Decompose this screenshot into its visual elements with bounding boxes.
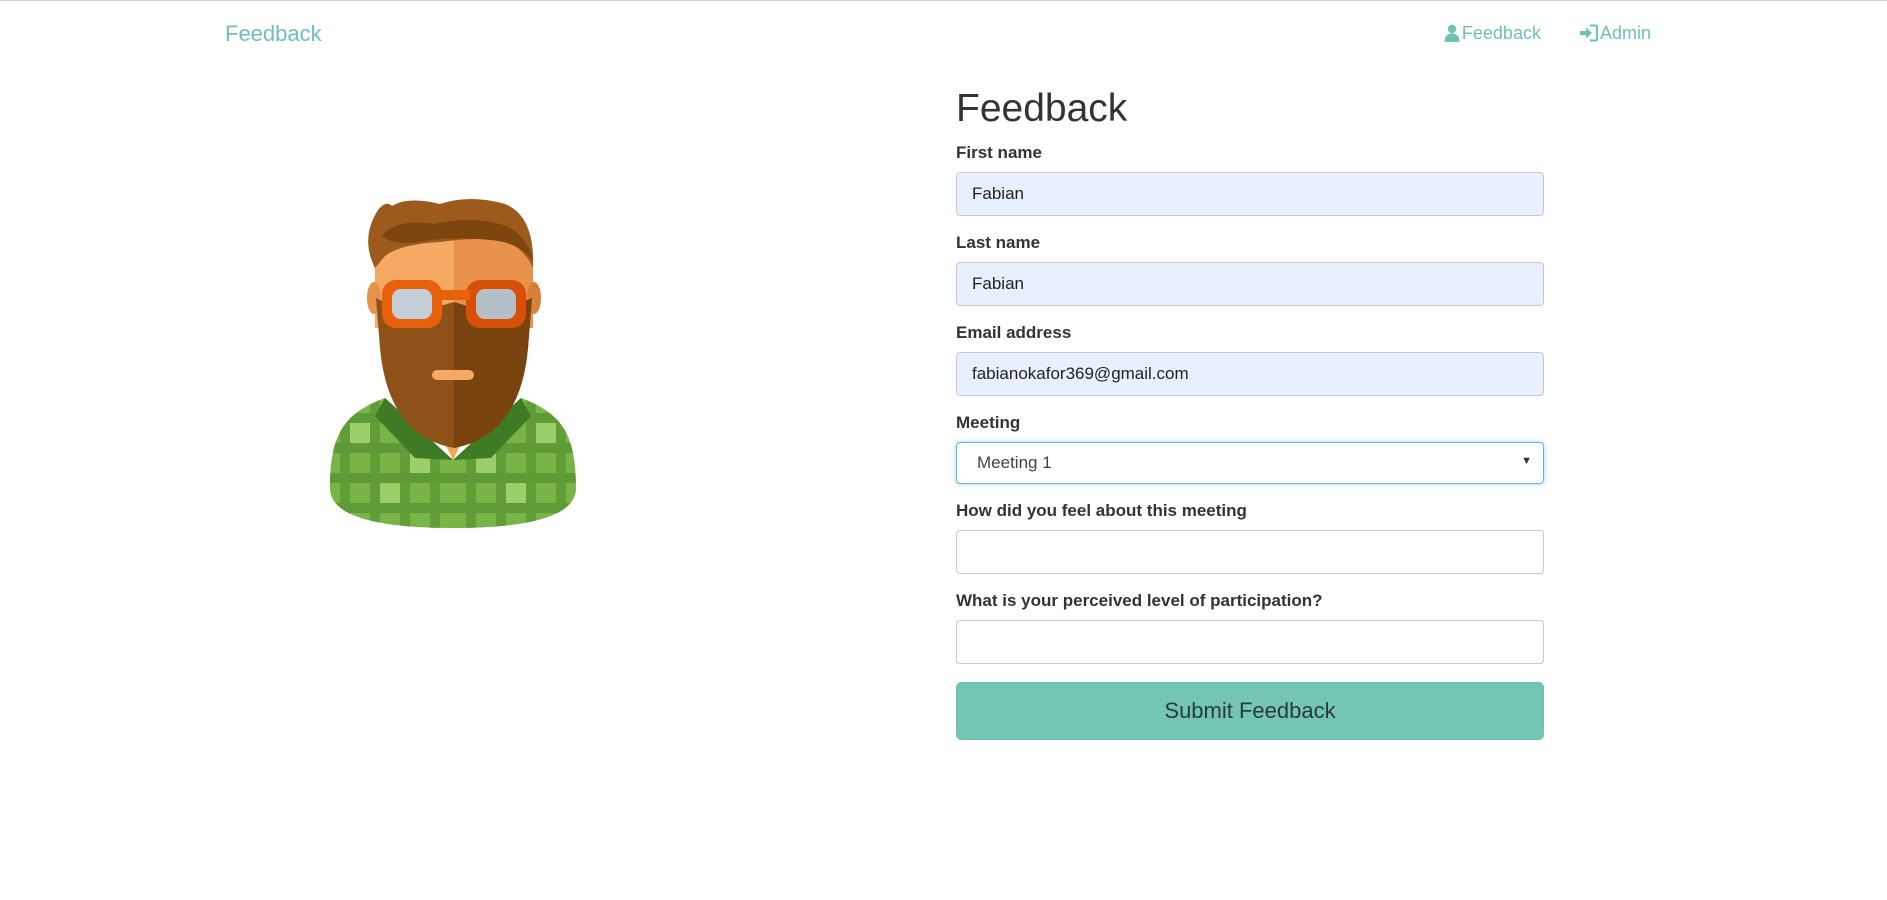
email-label: Email address xyxy=(956,323,1072,342)
nav-links: Feedback Admin xyxy=(1444,22,1651,44)
feeling-input[interactable] xyxy=(956,530,1544,574)
last-name-label: Last name xyxy=(956,233,1041,252)
last-name-input[interactable] xyxy=(956,262,1544,306)
feeling-label: How did you feel about this meeting xyxy=(956,501,1247,520)
email-input[interactable] xyxy=(956,352,1544,396)
sign-in-icon xyxy=(1579,24,1598,42)
bearded-man-avatar-icon xyxy=(330,199,576,528)
user-icon xyxy=(1444,24,1460,42)
first-name-label: First name xyxy=(956,143,1042,162)
submit-feedback-button[interactable]: Submit Feedback xyxy=(956,682,1544,740)
participation-input[interactable] xyxy=(956,620,1544,664)
first-name-input[interactable] xyxy=(956,172,1544,216)
meeting-group: Meeting Meeting 1 ▼ xyxy=(956,413,1544,484)
feedback-form: Feedback First name Last name Email addr… xyxy=(956,86,1544,740)
meeting-select[interactable]: Meeting 1 xyxy=(956,442,1544,484)
nav-link-feedback[interactable]: Feedback xyxy=(1444,22,1541,44)
participation-label: What is your perceived level of particip… xyxy=(956,591,1323,610)
meeting-select-wrapper: Meeting 1 ▼ xyxy=(956,442,1544,484)
participation-group: What is your perceived level of particip… xyxy=(956,591,1544,664)
feeling-group: How did you feel about this meeting xyxy=(956,501,1544,574)
email-group: Email address xyxy=(956,323,1544,396)
brand-link[interactable]: Feedback xyxy=(225,21,322,47)
last-name-group: Last name xyxy=(956,233,1544,306)
nav-link-admin[interactable]: Admin xyxy=(1579,22,1651,44)
nav-link-feedback-label: Feedback xyxy=(1461,23,1541,43)
nav-link-admin-label: Admin xyxy=(1599,23,1651,43)
meeting-label: Meeting xyxy=(956,413,1021,432)
page-title: Feedback xyxy=(956,87,1128,130)
first-name-group: First name xyxy=(956,143,1544,216)
navbar: Feedback Feedback Admin xyxy=(0,1,1887,63)
